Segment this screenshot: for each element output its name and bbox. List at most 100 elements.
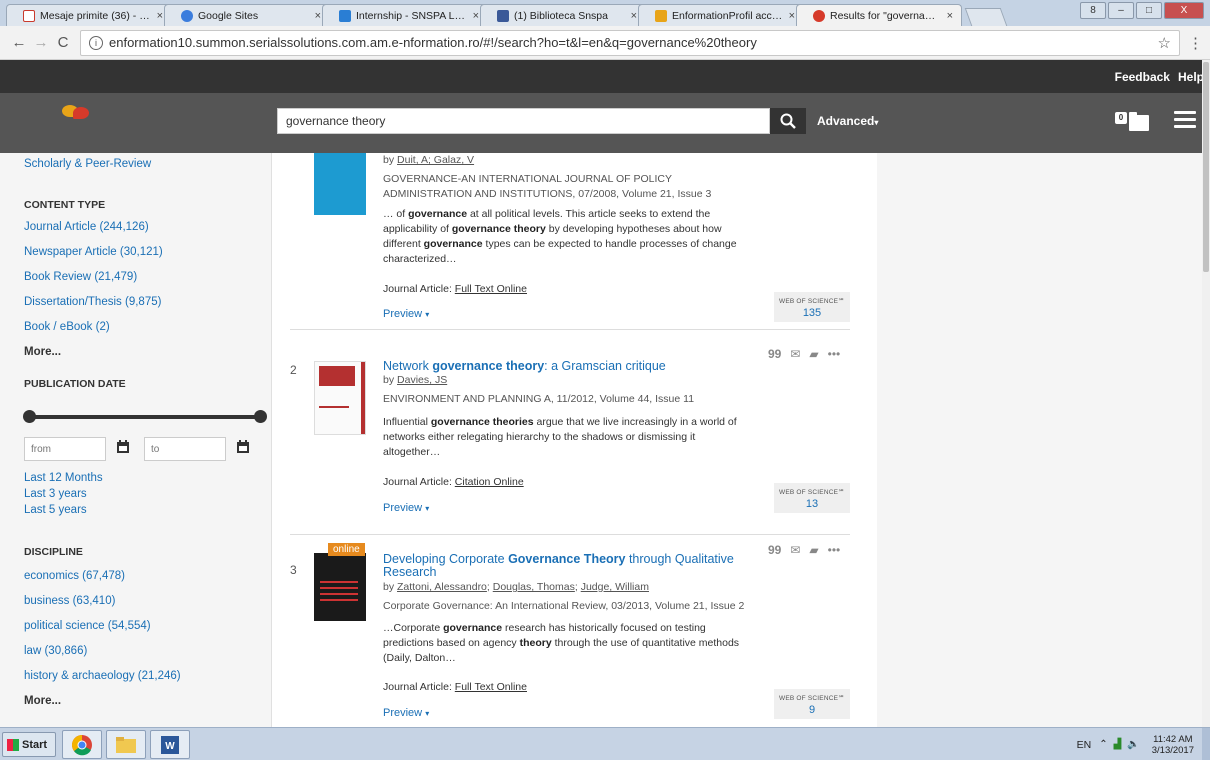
preview-toggle[interactable]: Preview ▾ [383,308,429,320]
start-button[interactable]: Start [2,732,56,757]
facet-discipline[interactable]: history & archaeology (21,246) [24,670,181,682]
date-shortcut-link[interactable]: Last 12 Months [24,472,103,484]
close-window-button[interactable]: X [1164,2,1204,19]
show-desktop-button[interactable] [1202,728,1210,760]
author-link[interactable]: Judge, William [581,581,649,593]
date-slider-min-handle[interactable] [23,410,36,423]
caret-down-icon: ▾ [425,709,430,718]
word-taskbar-button[interactable]: W [150,730,190,759]
new-tab-button[interactable] [964,8,1008,26]
browser-tab-enformation[interactable]: EnformationProfil acces - E × [638,4,804,26]
preview-toggle[interactable]: Preview ▾ [383,502,429,514]
user-button[interactable]: 8 [1080,2,1106,19]
tab-title: (1) Biblioteca Snspa [514,9,608,22]
email-icon[interactable]: ✉ [790,347,800,361]
close-tab-icon[interactable]: × [157,10,163,22]
volume-icon[interactable]: 🔈 [1127,739,1139,750]
show-hidden-icons-icon[interactable]: ⌃ [1099,739,1107,750]
date-range-slider[interactable] [29,415,261,419]
reload-icon[interactable]: C [52,34,74,51]
minimize-button[interactable]: – [1108,2,1134,19]
explorer-taskbar-button[interactable] [106,730,146,759]
date-shortcut-link[interactable]: Last 5 years [24,504,87,516]
facet-content-type[interactable]: Dissertation/Thesis (9,875) [24,296,161,308]
browser-menu-icon[interactable]: ⋮ [1188,34,1203,52]
result-title-link[interactable]: Developing Corporate Governance Theory t… [383,553,753,579]
facet-discipline[interactable]: business (63,410) [24,595,115,607]
feedback-link[interactable]: Feedback [1115,70,1170,84]
date-to-input[interactable] [144,437,226,461]
close-tab-icon[interactable]: × [473,10,479,22]
search-input[interactable] [277,108,770,134]
date-from-input[interactable] [24,437,106,461]
preview-label: Preview [383,502,423,514]
email-icon[interactable]: ✉ [790,543,800,557]
more-options-icon[interactable]: ••• [828,543,841,557]
by-label: by [383,374,398,386]
browser-tab-results[interactable]: Results for "governance th × [796,4,962,26]
url-field[interactable]: i enformation10.summon.serialssolutions.… [80,29,1180,56]
preview-toggle[interactable]: Preview ▾ [383,707,429,719]
scrollbar-thumb[interactable] [1203,62,1209,272]
full-text-link[interactable]: Full Text Online [455,681,527,693]
close-tab-icon[interactable]: × [315,10,321,22]
help-link[interactable]: Help [1178,70,1204,84]
author-link[interactable]: Davies, JS [397,374,447,386]
network-icon[interactable]: ▟ [1114,739,1122,750]
facet-discipline[interactable]: political science (54,554) [24,620,151,632]
folder-icon [116,736,136,753]
facet-content-type[interactable]: Book Review (21,479) [24,271,137,283]
more-options-icon[interactable]: ••• [828,347,841,361]
facet-label: Journal Article [24,221,97,233]
facet-scholarly[interactable]: Scholarly & Peer-Review [24,158,151,170]
facet-content-type[interactable]: Journal Article (244,126) [24,221,149,233]
journal-cover-thumbnail[interactable] [314,153,366,215]
maximize-button[interactable]: □ [1136,2,1162,19]
cite-icon[interactable]: 99 [768,543,781,557]
save-to-folder-icon[interactable]: ▰ [809,347,818,361]
facet-content-type[interactable]: Book / eBook (2) [24,321,110,333]
clock[interactable]: 11:42 AM 3/13/2017 [1152,734,1194,756]
web-of-science-citations[interactable]: WEB OF SCIENCE℠ 135 [774,292,850,322]
browser-tab-google-sites[interactable]: Google Sites × [164,4,330,26]
date-slider-max-handle[interactable] [254,410,267,423]
result-authors: by Duit, A; Galaz, V [383,154,474,166]
author-link[interactable]: Douglas, Thomas [493,581,575,593]
cite-icon[interactable]: 99 [768,347,781,361]
journal-cover-thumbnail[interactable] [314,361,366,435]
summon-logo[interactable] [62,105,90,123]
hamburger-menu-icon[interactable] [1174,111,1196,129]
gmail-icon [23,9,35,22]
author-link[interactable]: Zattoni, Alessandro [397,581,487,593]
citation-online-link[interactable]: Citation Online [455,476,524,488]
close-tab-icon[interactable]: × [631,10,637,22]
full-text-link[interactable]: Full Text Online [455,283,527,295]
web-of-science-citations[interactable]: WEB OF SCIENCE℠ 13 [774,483,850,513]
discipline-more-link[interactable]: More... [24,695,61,707]
search-button[interactable] [770,108,806,134]
facet-discipline[interactable]: law (30,866) [24,645,87,657]
save-to-folder-icon[interactable]: ▰ [809,543,818,557]
browser-tab-facebook[interactable]: (1) Biblioteca Snspa × [480,4,646,26]
info-icon[interactable]: i [89,35,103,50]
content-type-more-link[interactable]: More... [24,346,61,358]
result-title-link[interactable]: Network governance theory: a Gramscian c… [383,360,753,373]
chrome-taskbar-button[interactable] [62,730,102,759]
back-icon[interactable]: ← [8,34,30,51]
web-of-science-citations[interactable]: WEB OF SCIENCE℠ 9 [774,689,850,719]
advanced-search-link[interactable]: Advanced▾ [817,114,878,128]
author-link[interactable]: Duit, A; Galaz, V [397,154,474,166]
facet-discipline[interactable]: economics (67,478) [24,570,125,582]
bookmark-star-icon[interactable]: ☆ [1158,34,1171,52]
date-shortcut-link[interactable]: Last 3 years [24,488,87,500]
close-tab-icon[interactable]: × [947,10,953,22]
facet-content-type[interactable]: Newspaper Article (30,121) [24,246,163,258]
calendar-icon[interactable] [236,440,250,454]
forward-icon[interactable]: → [30,34,52,51]
browser-tab-internship[interactable]: Internship - SNSPA Library × [322,4,488,26]
close-tab-icon[interactable]: × [789,10,795,22]
calendar-icon[interactable] [116,440,130,454]
journal-cover-thumbnail[interactable] [314,553,366,621]
browser-tab-gmail[interactable]: Mesaje primite (36) - voich × [6,4,172,26]
language-indicator[interactable]: EN [1077,739,1092,751]
